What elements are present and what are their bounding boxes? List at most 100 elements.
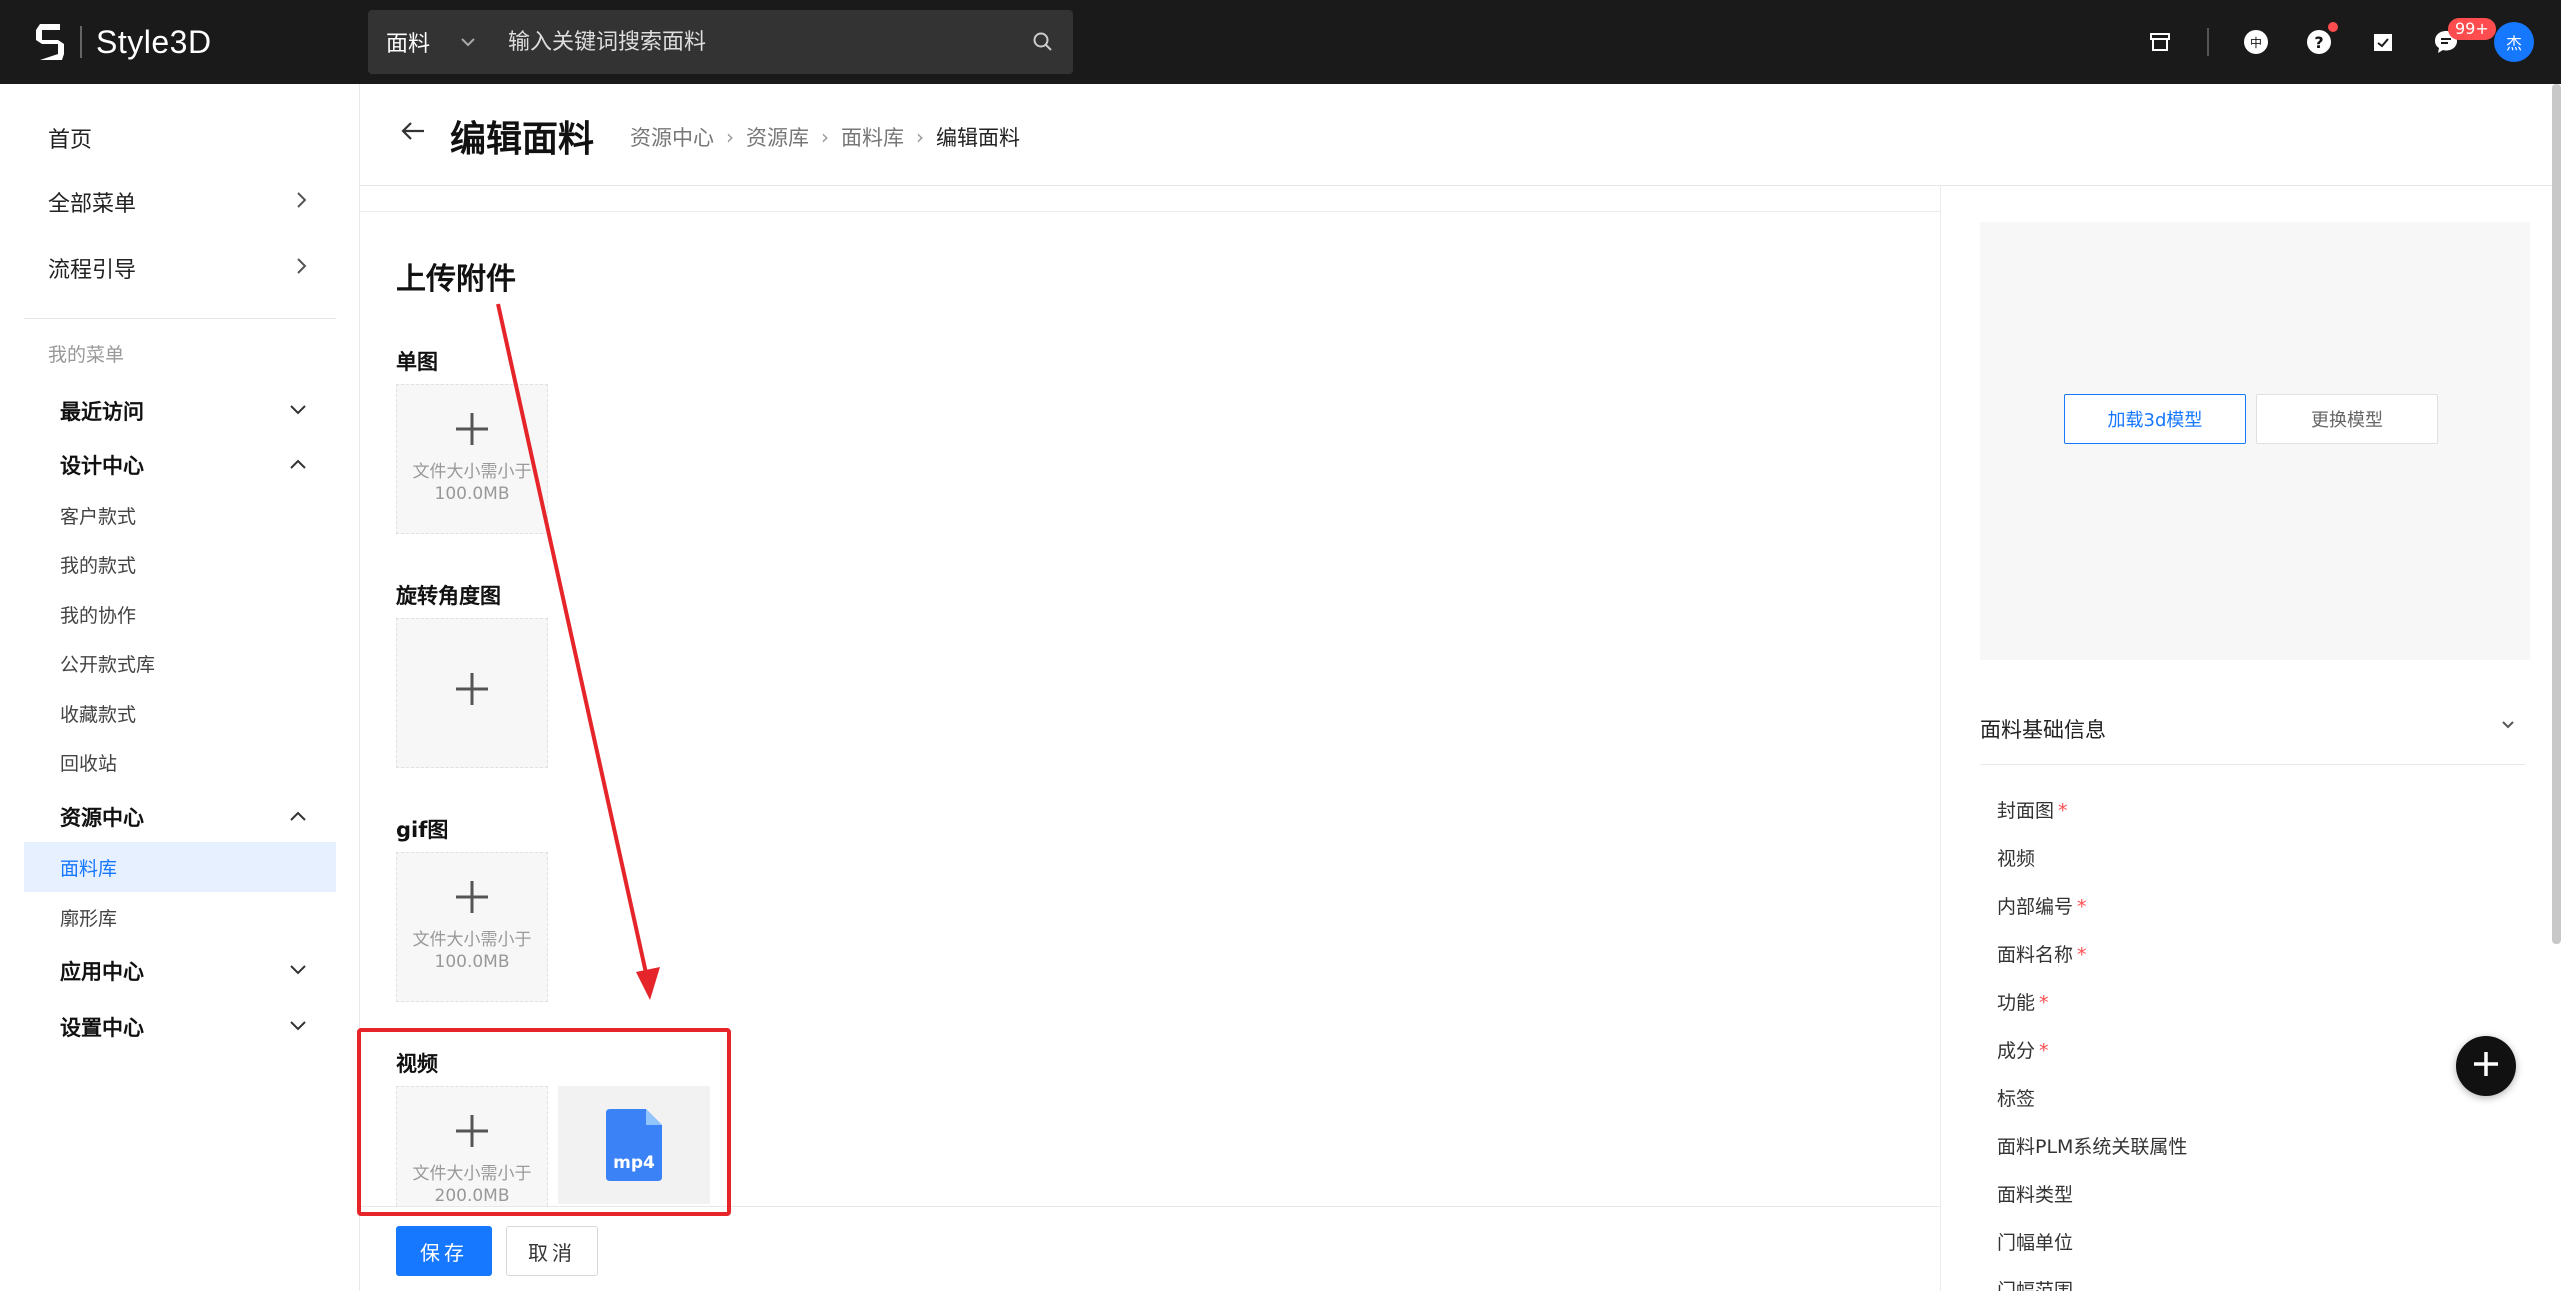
chevron-down-icon[interactable]: [448, 37, 488, 47]
sidebar-item-customer-styles[interactable]: 客户款式: [60, 502, 136, 529]
logo[interactable]: Style3D: [32, 20, 212, 64]
field-label: 面料PLM系统关联属性: [1997, 1136, 2188, 1158]
single-image-label: 单图: [396, 350, 438, 374]
gif-uploader[interactable]: 文件大小需小于 100.0MB: [396, 852, 548, 1002]
cancel-button[interactable]: 取消: [506, 1226, 598, 1276]
gif-image-label: gif图: [396, 818, 449, 842]
sidebar-divider: [24, 318, 336, 319]
field-tags[interactable]: 标签: [1997, 1084, 2035, 1111]
avatar[interactable]: 杰: [2494, 22, 2534, 62]
field-width-unit[interactable]: 门幅单位: [1997, 1228, 2073, 1255]
chevron-down-icon[interactable]: [288, 1018, 308, 1037]
field-cover-image[interactable]: 封面图 *: [1997, 796, 2068, 823]
field-internal-number[interactable]: 内部编号 *: [1997, 892, 2087, 919]
store-icon[interactable]: [2146, 28, 2174, 56]
panel-divider: [1940, 186, 1941, 1291]
video-highlight-box: [357, 1028, 731, 1216]
language-icon[interactable]: 中: [2242, 28, 2270, 56]
field-fabric-type[interactable]: 面料类型: [1997, 1180, 2073, 1207]
sidebar-item-fabric-library[interactable]: 面料库: [60, 854, 117, 881]
search-input[interactable]: [488, 29, 1013, 55]
sidebar-group-design-center[interactable]: 设计中心: [60, 450, 144, 480]
save-button[interactable]: 保存: [396, 1226, 492, 1276]
single-image-uploader[interactable]: 文件大小需小于 100.0MB: [396, 384, 548, 534]
sidebar: 首页 全部菜单 流程引导 我的菜单 最近访问 设计中心 客户款式 我的款式 我的…: [0, 84, 360, 1291]
field-video[interactable]: 视频: [1997, 844, 2035, 871]
chevron-down-icon[interactable]: [2500, 716, 2516, 735]
chevron-right-icon[interactable]: [294, 256, 308, 280]
sidebar-group-settings-center[interactable]: 设置中心: [60, 1012, 144, 1042]
breadcrumb-item[interactable]: 面料库: [841, 122, 904, 152]
add-floating-button[interactable]: [2456, 1036, 2516, 1096]
breadcrumb-separator: ›: [726, 125, 734, 149]
plus-icon: [454, 879, 490, 919]
fabric-basic-info-title[interactable]: 面料基础信息: [1980, 714, 2106, 744]
field-label: 面料名称: [1997, 944, 2074, 966]
chevron-up-icon[interactable]: [288, 808, 308, 827]
breadcrumb-item[interactable]: 资源库: [746, 122, 809, 152]
required-mark: *: [2039, 1040, 2049, 1062]
field-label: 标签: [1997, 1088, 2036, 1110]
back-arrow-icon[interactable]: [400, 120, 426, 146]
sidebar-item-silhouette-library[interactable]: 廓形库: [60, 904, 117, 931]
chevron-down-icon[interactable]: [288, 402, 308, 421]
search-category-select[interactable]: 面料: [368, 26, 448, 58]
field-plm-attributes[interactable]: 面料PLM系统关联属性: [1997, 1132, 2187, 1159]
search-icon[interactable]: [1013, 31, 1073, 53]
upload-size-hint: 文件大小需小于 100.0MB: [412, 462, 532, 504]
required-mark: *: [2077, 944, 2087, 966]
help-dot: [2328, 22, 2338, 32]
top-bar: Style3D 面料 中 ? 99+ 杰: [0, 0, 2561, 84]
chevron-up-icon[interactable]: [288, 456, 308, 475]
field-composition[interactable]: 成分 *: [1997, 1036, 2049, 1063]
upload-size-hint: 文件大小需小于 100.0MB: [412, 930, 532, 972]
field-label: 封面图: [1997, 800, 2055, 822]
rotation-image-uploader[interactable]: [396, 618, 548, 768]
sidebar-group-app-center[interactable]: 应用中心: [60, 956, 144, 986]
load-3d-model-button[interactable]: 加载3d模型: [2064, 394, 2246, 444]
page-header: 编辑面料 资源中心 › 资源库 › 面料库 › 编辑面料: [360, 84, 2556, 186]
sidebar-item-recycle-bin[interactable]: 回收站: [60, 749, 117, 776]
upload-section-title: 上传附件: [396, 262, 516, 297]
page-title: 编辑面料: [450, 119, 595, 160]
sidebar-item-flow-guide[interactable]: 流程引导: [48, 252, 136, 284]
replace-model-button[interactable]: 更换模型: [2256, 394, 2438, 444]
breadcrumb-separator: ›: [821, 125, 829, 149]
sidebar-item-home[interactable]: 首页: [48, 122, 92, 154]
sidebar-item-my-styles[interactable]: 我的款式: [60, 551, 136, 578]
notification-badge: 99+: [2448, 18, 2496, 40]
plus-icon: [2471, 1049, 2501, 1083]
task-icon[interactable]: [2369, 28, 2397, 56]
sidebar-item-my-collaboration[interactable]: 我的协作: [60, 601, 136, 628]
sidebar-item-all-menu[interactable]: 全部菜单: [48, 186, 136, 218]
field-label: 面料类型: [1997, 1184, 2074, 1206]
page-scrollbar[interactable]: [2552, 84, 2561, 944]
field-function[interactable]: 功能 *: [1997, 988, 2049, 1015]
my-menu-heading: 我的菜单: [48, 344, 125, 366]
rotation-image-label: 旋转角度图: [396, 584, 501, 608]
help-icon[interactable]: ?: [2305, 22, 2338, 56]
chevron-right-icon[interactable]: [294, 190, 308, 214]
field-label: 功能: [1997, 992, 2036, 1014]
help-icon-label: ?: [2314, 32, 2324, 52]
sidebar-group-resource-center[interactable]: 资源中心: [60, 802, 144, 832]
sidebar-group-recent[interactable]: 最近访问: [60, 396, 144, 426]
field-fabric-name[interactable]: 面料名称 *: [1997, 940, 2087, 967]
logo-separator: [80, 26, 82, 58]
chevron-down-icon[interactable]: [288, 962, 308, 981]
sidebar-item-public-styles[interactable]: 公开款式库: [60, 650, 155, 677]
breadcrumb: 资源中心 › 资源库 › 面料库 › 编辑面料: [630, 122, 1020, 152]
breadcrumb-separator: ›: [916, 125, 924, 149]
search-bar: 面料: [368, 10, 1073, 74]
breadcrumb-item[interactable]: 资源中心: [630, 122, 714, 152]
plus-icon: [454, 411, 490, 451]
field-label: 成分: [1997, 1040, 2036, 1062]
sidebar-item-favorites[interactable]: 收藏款式: [60, 700, 136, 727]
required-mark: *: [2058, 800, 2068, 822]
field-width-range[interactable]: 门幅范围: [1997, 1276, 2073, 1291]
toolbar-divider: [2207, 28, 2209, 56]
field-label: 内部编号: [1997, 896, 2074, 918]
style3d-logo-icon: [32, 20, 68, 64]
breadcrumb-current: 编辑面料: [936, 126, 1020, 150]
app-name: Style3D: [96, 23, 212, 60]
